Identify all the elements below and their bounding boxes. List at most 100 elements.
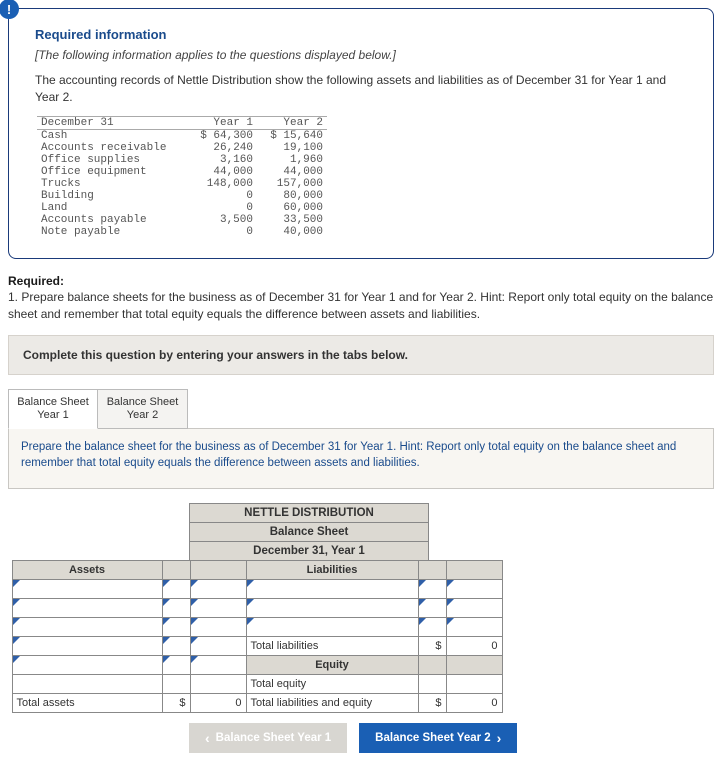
total-assets-cur: $	[162, 693, 191, 713]
liab-name-input[interactable]	[246, 579, 419, 599]
liab-name-input[interactable]	[246, 617, 419, 637]
liab-val-input[interactable]	[446, 579, 503, 599]
row-val: 26,240	[187, 142, 257, 154]
total-le-val: 0	[446, 693, 503, 713]
col-header-date: December 31	[37, 116, 187, 129]
panel-hint: Prepare the balance sheet for the busine…	[21, 439, 701, 471]
asset-cur-input[interactable]	[162, 636, 191, 656]
applies-note: [The following information applies to th…	[35, 48, 693, 62]
blank-header	[162, 560, 191, 580]
tab-label: Year 2	[127, 409, 158, 421]
row-label: Land	[37, 202, 187, 214]
blank-header	[418, 560, 447, 580]
total-assets-val: 0	[190, 693, 247, 713]
tab-label: Balance Sheet	[17, 396, 89, 408]
blank-cell	[190, 674, 247, 694]
asset-cur-input[interactable]	[162, 598, 191, 618]
required-block: Required: 1. Prepare balance sheets for …	[8, 273, 714, 323]
row-val: 157,000	[257, 178, 327, 190]
row-val: 60,000	[257, 202, 327, 214]
tab-label: Year 1	[37, 409, 68, 421]
asset-name-input[interactable]	[12, 636, 163, 656]
row-label: Trucks	[37, 178, 187, 190]
row-label: Office supplies	[37, 154, 187, 166]
next-label: Balance Sheet Year 2	[375, 732, 491, 744]
asset-val-input[interactable]	[190, 579, 247, 599]
required-heading: Required:	[8, 274, 64, 288]
col-header-year2: Year 2	[257, 116, 327, 129]
row-label: Cash	[37, 129, 187, 142]
blank-cell	[418, 674, 447, 694]
blank-header	[190, 560, 247, 580]
asset-val-input[interactable]	[190, 617, 247, 637]
blank-header	[418, 655, 447, 675]
row-val: 148,000	[187, 178, 257, 190]
chevron-right-icon: ›	[497, 730, 502, 746]
liab-val-input[interactable]	[446, 598, 503, 618]
row-val: 0	[187, 190, 257, 202]
asset-name-input[interactable]	[12, 655, 163, 675]
blank-cell	[12, 674, 163, 694]
balance-sheet: NETTLE DISTRIBUTION Balance Sheet Decemb…	[12, 503, 714, 753]
asset-cur-input[interactable]	[162, 655, 191, 675]
asset-val-input[interactable]	[190, 598, 247, 618]
asset-val-input[interactable]	[190, 655, 247, 675]
prev-label: Balance Sheet Year 1	[216, 732, 332, 744]
row-val: 80,000	[257, 190, 327, 202]
chevron-left-icon: ‹	[205, 730, 210, 746]
total-le-cur: $	[418, 693, 447, 713]
total-assets-label: Total assets	[12, 693, 163, 713]
bs-date: December 31, Year 1	[189, 542, 429, 561]
row-val: 44,000	[187, 166, 257, 178]
total-equity-label: Total equity	[246, 674, 419, 694]
row-label: Office equipment	[37, 166, 187, 178]
liab-cur-input[interactable]	[418, 598, 447, 618]
asset-cur-input[interactable]	[162, 617, 191, 637]
liab-val-input[interactable]	[446, 617, 503, 637]
tabs: Balance Sheet Year 1 Balance Sheet Year …	[8, 389, 714, 429]
bs-company: NETTLE DISTRIBUTION	[189, 503, 429, 523]
row-val: 1,960	[257, 154, 327, 166]
info-icon: !	[0, 0, 19, 19]
account-data-table: December 31 Year 1 Year 2 Cash$ 64,300$ …	[37, 116, 327, 238]
total-liab-equity-label: Total liabilities and equity	[246, 693, 419, 713]
asset-name-input[interactable]	[12, 598, 163, 618]
asset-cur-input[interactable]	[162, 579, 191, 599]
asset-name-input[interactable]	[12, 617, 163, 637]
liab-name-input[interactable]	[246, 598, 419, 618]
asset-name-input[interactable]	[12, 579, 163, 599]
equity-header: Equity	[246, 655, 419, 675]
total-liabilities-label: Total liabilities	[246, 636, 419, 656]
next-tab-button[interactable]: Balance Sheet Year 2 ›	[359, 723, 517, 753]
row-val: 0	[187, 226, 257, 238]
row-val: 0	[187, 202, 257, 214]
assets-header: Assets	[12, 560, 163, 580]
row-val: 33,500	[257, 214, 327, 226]
required-info-title: Required information	[35, 27, 693, 42]
blank-header	[446, 560, 503, 580]
tab-balance-sheet-year1[interactable]: Balance Sheet Year 1	[8, 389, 98, 429]
row-label: Accounts receivable	[37, 142, 187, 154]
row-val: 44,000	[257, 166, 327, 178]
row-val: $ 15,640	[257, 129, 327, 142]
row-val: 40,000	[257, 226, 327, 238]
prev-tab-button[interactable]: ‹ Balance Sheet Year 1	[189, 723, 347, 753]
liab-cur-input[interactable]	[418, 579, 447, 599]
tab-balance-sheet-year2[interactable]: Balance Sheet Year 2	[98, 389, 188, 429]
tab-panel: Prepare the balance sheet for the busine…	[8, 428, 714, 488]
asset-val-input[interactable]	[190, 636, 247, 656]
intro-text: The accounting records of Nettle Distrib…	[35, 72, 693, 106]
blank-cell	[446, 674, 503, 694]
row-val: 19,100	[257, 142, 327, 154]
row-label: Note payable	[37, 226, 187, 238]
total-liab-cur: $	[418, 636, 447, 656]
row-label: Accounts payable	[37, 214, 187, 226]
col-header-year1: Year 1	[187, 116, 257, 129]
required-information-box: ! Required information [The following in…	[8, 8, 714, 259]
total-liab-val: 0	[446, 636, 503, 656]
instruction-bar: Complete this question by entering your …	[8, 335, 714, 375]
liabilities-header: Liabilities	[246, 560, 419, 580]
blank-cell	[162, 674, 191, 694]
liab-cur-input[interactable]	[418, 617, 447, 637]
row-label: Building	[37, 190, 187, 202]
